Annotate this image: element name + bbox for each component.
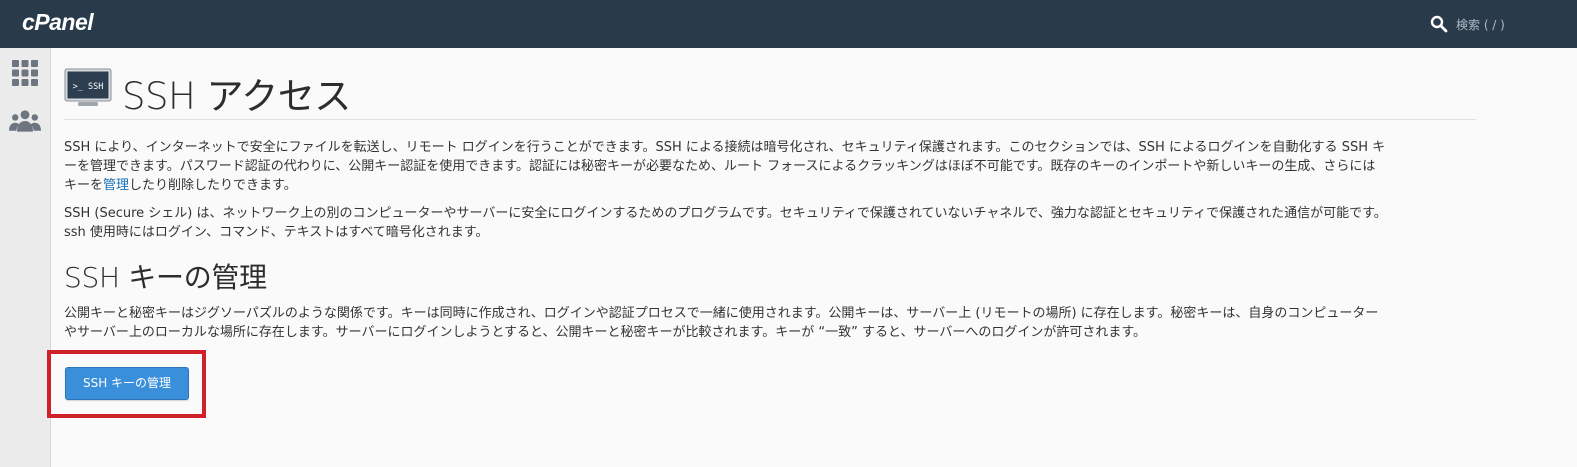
intro-2-line-1: SSH (Secure シェル) は、ネットワーク上の別のコンピューターやサーバ… [64,206,1387,221]
intro-1-line-1: SSH により、インターネットで安全にファイルを転送し、リモート ログインを行う… [64,140,1386,155]
page-title: SSH アクセス [122,75,351,118]
header-divider [64,119,1476,120]
users-icon[interactable] [9,106,41,136]
page-header: >_ SSH SSH アクセス [64,66,1484,118]
intro-paragraph-1: SSH により、インターネットで安全にファイルを転送し、リモート ログインを行う… [64,138,1476,195]
grid-icon[interactable] [9,58,41,88]
ssh-terminal-icon: >_ SSH [64,68,112,106]
section-line-1: 公開キーと秘密キーはジグソーパズルのような関係です。キーは同時に作成され、ログイ… [64,306,1379,321]
manage-link[interactable]: 管理 [103,178,129,193]
section-paragraph: 公開キーと秘密キーはジグソーパズルのような関係です。キーは同時に作成され、ログイ… [64,304,1476,342]
cpanel-logo[interactable]: cPanel [22,9,94,36]
top-bar: cPanel 検索 ( / ) [0,0,1577,48]
sidebar [0,48,51,467]
intro-1-suffix: したり削除したりできます。 [129,178,297,193]
intro-1-line-3: キーを管理したり削除したりできます。 [64,176,1476,195]
intro-2-line-2: ssh 使用時にはログイン、コマンド、テキストはすべて暗号化されます。 [64,225,489,240]
ssh-icon-text: >_ SSH [73,82,104,92]
search-input[interactable]: 検索 ( / ) [1456,16,1505,33]
section-line-2: やサーバー上のローカルな場所に存在します。サーバーにログインしようとすると、公開… [64,325,1147,340]
intro-1-prefix: キーを [64,178,104,193]
section-title: SSH キーの管理 [64,261,267,294]
intro-paragraph-2: SSH (Secure シェル) は、ネットワーク上の別のコンピューターやサーバ… [64,204,1476,242]
manage-ssh-keys-button[interactable]: SSH キーの管理 [65,367,189,400]
search-icon[interactable] [1430,15,1448,33]
intro-1-line-2: ーを管理できます。パスワード認証の代わりに、公開キー認証を使用できます。認証には… [64,159,1376,174]
